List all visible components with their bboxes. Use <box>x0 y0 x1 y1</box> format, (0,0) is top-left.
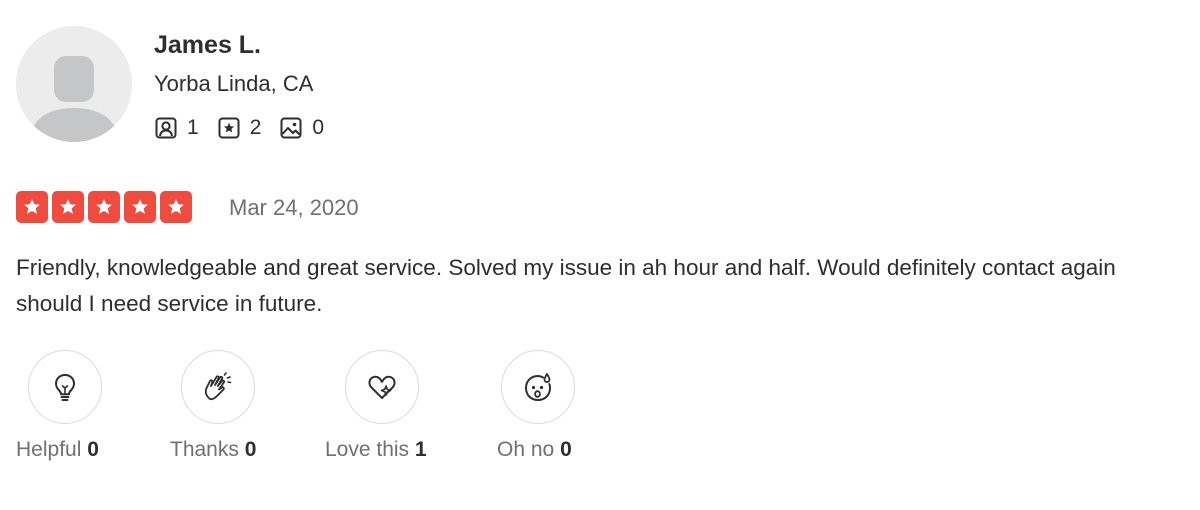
reviews-stat: 2 <box>217 116 262 140</box>
love-this-label-text: Love this <box>325 438 410 461</box>
user-stats: 1 2 0 <box>154 112 324 144</box>
oh-no-button[interactable] <box>501 350 575 424</box>
thanks-label-text: Thanks <box>170 438 239 461</box>
oh-no-count: 0 <box>560 438 572 461</box>
clapping-hands-icon <box>204 372 232 401</box>
helpful-button[interactable] <box>28 350 102 424</box>
user-location: Yorba Linda, CA <box>154 71 314 96</box>
star-icon <box>88 191 120 223</box>
heart-sparkle-icon <box>368 375 396 399</box>
thanks-reaction: Thanks 0 <box>170 350 256 461</box>
love-this-reaction: Love this 1 <box>325 350 427 461</box>
photos-icon <box>280 117 302 139</box>
oh-no-reaction: Oh no 0 <box>497 350 575 461</box>
user-name-link[interactable]: James L. <box>154 28 261 62</box>
oh-no-label: Oh no 0 <box>497 436 572 464</box>
helpful-label-text: Helpful <box>16 438 82 461</box>
review-text: Friendly, knowledgeable and great servic… <box>16 255 1116 316</box>
friends-count: 1 <box>187 116 199 139</box>
review-card: James L. Yorba Linda, CA 1 2 0 Mar 24, 2… <box>0 0 1200 510</box>
helpful-count: 0 <box>87 438 99 461</box>
star-icon <box>124 191 156 223</box>
love-this-count: 1 <box>414 438 427 461</box>
helpful-reaction: Helpful 0 <box>16 350 102 461</box>
reviews-icon <box>218 117 240 139</box>
thanks-count: 0 <box>244 438 257 461</box>
love-this-button[interactable] <box>345 350 419 424</box>
sweat-face-icon <box>524 373 552 402</box>
user-avatar[interactable] <box>16 26 132 142</box>
star-icon <box>160 191 192 223</box>
thanks-button[interactable] <box>181 350 255 424</box>
love-this-label: Love this 1 <box>325 436 427 464</box>
friends-stat: 1 <box>154 116 199 140</box>
star-icon <box>16 191 48 223</box>
thanks-label: Thanks 0 <box>170 436 256 464</box>
lightbulb-icon <box>55 374 75 401</box>
default-avatar-icon <box>16 26 132 142</box>
friends-icon <box>155 117 177 139</box>
oh-no-label-text: Oh no <box>497 438 555 461</box>
photos-count: 0 <box>312 116 325 139</box>
review-date: Mar 24, 2020 <box>229 195 359 220</box>
photos-stat: 0 <box>279 116 324 140</box>
reviews-count: 2 <box>249 116 262 139</box>
star-icon <box>52 191 84 223</box>
helpful-label: Helpful 0 <box>16 436 99 464</box>
star-rating <box>16 191 192 223</box>
